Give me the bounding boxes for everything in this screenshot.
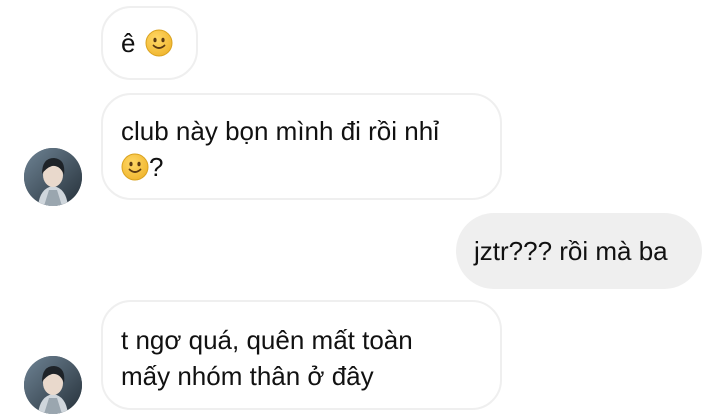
message-line: club này bọn mình đi rồi nhỉ bbox=[121, 116, 439, 146]
message-bubble-outgoing[interactable]: jztr??? rồi mà ba bbox=[456, 213, 702, 289]
message-bubble-incoming[interactable]: ê bbox=[101, 6, 198, 80]
avatar-image bbox=[24, 148, 82, 206]
message-bubble-incoming[interactable]: t ngơ quá, quên mất toàn mấy nhóm thân ở… bbox=[101, 300, 502, 410]
message-text: ê bbox=[121, 25, 196, 61]
message-bubble-incoming[interactable]: club này bọn mình đi rồi nhỉ ? bbox=[101, 93, 502, 200]
message-line: ? bbox=[121, 149, 500, 185]
slightly-smiling-face-emoji bbox=[145, 29, 173, 57]
message-line-suffix: ? bbox=[149, 152, 164, 182]
avatar-image bbox=[24, 356, 82, 414]
message-line: ê bbox=[121, 28, 136, 58]
message-line: jztr??? rồi mà ba bbox=[474, 236, 668, 266]
message-line: t ngơ quá, quên mất toàn bbox=[121, 325, 413, 355]
slightly-smiling-face-emoji bbox=[121, 153, 149, 181]
contact-avatar[interactable] bbox=[24, 148, 82, 206]
message-line: mấy nhóm thân ở đây bbox=[121, 361, 374, 391]
contact-avatar[interactable] bbox=[24, 356, 82, 414]
